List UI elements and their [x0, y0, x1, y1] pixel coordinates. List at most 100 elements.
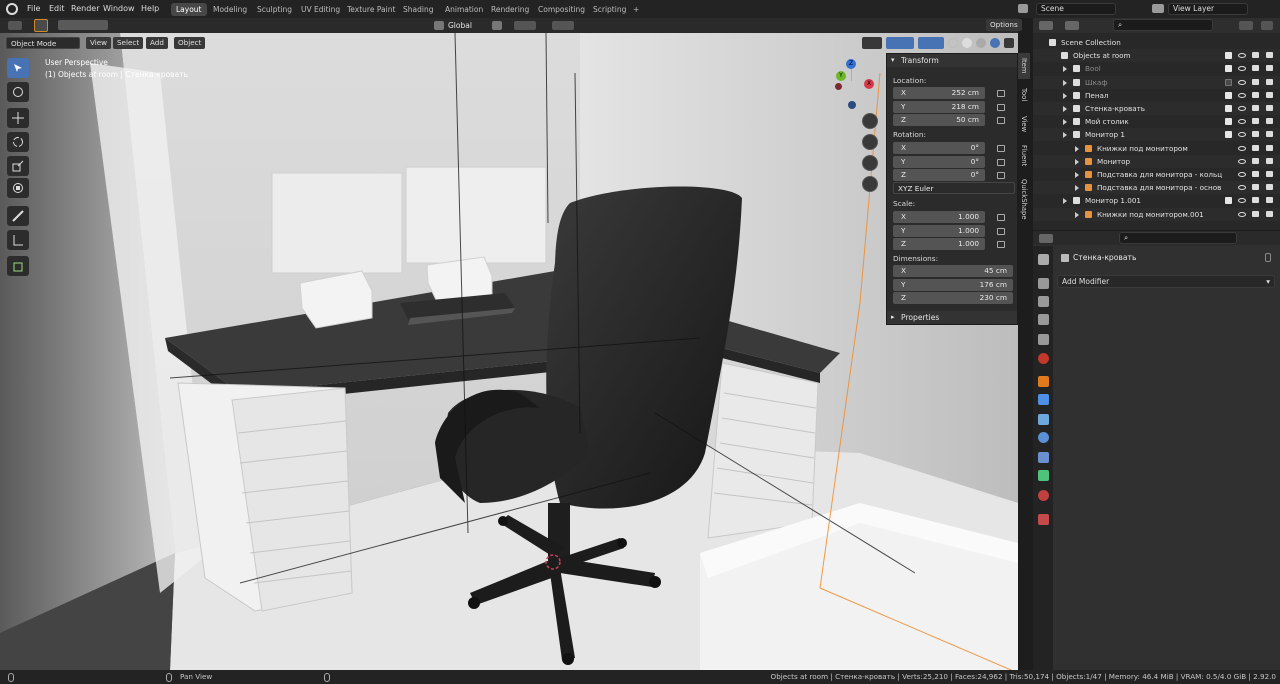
transform-tool[interactable] — [7, 178, 29, 198]
pan-hand-icon[interactable] — [862, 134, 878, 150]
render-disable-icon[interactable] — [1266, 118, 1273, 125]
menu-view[interactable]: View — [86, 37, 112, 49]
properties-header[interactable]: ▸ Properties — [887, 311, 1017, 324]
lock-icon[interactable] — [997, 172, 1005, 179]
visibility-eye-icon[interactable] — [1238, 132, 1246, 138]
viewport-disable-icon[interactable] — [1252, 131, 1259, 138]
lock-icon[interactable] — [997, 227, 1005, 235]
dimension-x-field[interactable]: X 45 cm — [893, 265, 1013, 277]
exclude-checkbox[interactable] — [1225, 91, 1232, 99]
exclude-checkbox[interactable] — [1225, 131, 1232, 139]
view-layer-tab-icon[interactable] — [1038, 314, 1049, 325]
render-disable-icon[interactable] — [1266, 131, 1273, 138]
expand-chevron-icon[interactable] — [1075, 172, 1079, 178]
shading-options-icon[interactable] — [1004, 38, 1014, 48]
visibility-eye-icon[interactable] — [1238, 119, 1246, 125]
scale-y-field[interactable]: Y 1.000 — [893, 224, 985, 237]
expand-chevron-icon[interactable] — [1063, 132, 1067, 139]
camera-view-icon[interactable] — [862, 155, 878, 171]
tab-scripting[interactable]: Scripting — [588, 3, 631, 16]
editor-type-icon[interactable] — [8, 21, 22, 30]
exclude-checkbox[interactable] — [1225, 65, 1232, 73]
add-cube-tool[interactable] — [7, 256, 29, 276]
tab-animation[interactable]: Animation — [440, 3, 488, 16]
pivot-icon[interactable] — [492, 21, 502, 30]
tab-uv-editing[interactable]: UV Editing — [296, 3, 345, 16]
outliner-row[interactable]: Книжки под монитором.001 — [1033, 207, 1280, 221]
exclude-checkbox[interactable] — [1225, 197, 1232, 205]
measure-tool[interactable] — [7, 230, 29, 250]
pin-icon[interactable] — [1265, 253, 1271, 262]
expand-chevron-icon[interactable] — [1063, 66, 1067, 73]
menu-edit[interactable]: Edit — [46, 2, 68, 16]
perspective-toggle-icon[interactable] — [862, 176, 878, 192]
visibility-eye-icon[interactable] — [1238, 53, 1246, 59]
options-button[interactable]: Options — [986, 19, 1022, 31]
proportional-edit-icon[interactable] — [552, 21, 574, 30]
sidebar-tab-quickshape[interactable]: QuickShape — [1018, 177, 1030, 221]
gizmo-x[interactable]: X — [864, 79, 874, 89]
view-layer-icon[interactable] — [1152, 4, 1164, 13]
expand-chevron-icon[interactable] — [1063, 198, 1067, 205]
viewport-disable-icon[interactable] — [1252, 65, 1259, 72]
visibility-eye-icon[interactable] — [1238, 79, 1246, 85]
viewport-disable-icon[interactable] — [1252, 105, 1259, 111]
object-mode-dropdown[interactable]: Object Mode — [6, 37, 80, 49]
exclude-checkbox[interactable] — [1225, 78, 1232, 86]
world-tab-icon[interactable] — [1038, 353, 1049, 364]
location-x-field[interactable]: X 252 cm — [893, 87, 985, 99]
viewport-disable-icon[interactable] — [1252, 78, 1259, 85]
location-z-field[interactable]: Z 50 cm — [893, 114, 985, 126]
select-tool-icon[interactable] — [34, 19, 48, 32]
outliner-row[interactable]: Scene Collection — [1033, 36, 1280, 49]
menu-file[interactable]: File — [24, 2, 43, 16]
viewport-disable-icon[interactable] — [1252, 157, 1259, 164]
render-tab-icon[interactable] — [1038, 278, 1049, 289]
expand-chevron-icon[interactable] — [1063, 79, 1067, 86]
orientation-icon[interactable] — [434, 21, 444, 30]
rotate-tool[interactable] — [7, 132, 29, 152]
view-layer-field[interactable]: View Layer — [1168, 3, 1248, 15]
visibility-eye-icon[interactable] — [1238, 158, 1246, 164]
lock-icon[interactable] — [997, 145, 1005, 152]
outliner-row[interactable]: Монитор — [1033, 154, 1280, 168]
menu-help[interactable]: Help — [138, 2, 162, 16]
gizmo-y[interactable]: Y — [836, 71, 846, 81]
expand-chevron-icon[interactable] — [1075, 145, 1079, 152]
navigation-gizmo[interactable]: Z X Y — [826, 57, 876, 113]
lock-icon[interactable] — [997, 90, 1005, 97]
gizmo-z[interactable]: Z — [846, 59, 856, 69]
orientation-dropdown[interactable]: Global — [448, 20, 472, 32]
render-disable-icon[interactable] — [1266, 157, 1273, 164]
viewport-disable-icon[interactable] — [1252, 184, 1259, 191]
dimension-z-field[interactable]: Z 230 cm — [893, 292, 1013, 304]
snap-icon[interactable] — [514, 21, 536, 30]
menu-window[interactable]: Window — [100, 2, 138, 16]
viewport-scene[interactable] — [0, 33, 1018, 670]
render-disable-icon[interactable] — [1266, 144, 1273, 151]
3d-viewport[interactable]: User Perspective (1) Objects at room | С… — [0, 33, 1018, 670]
viewport-disable-icon[interactable] — [1252, 118, 1259, 125]
selection-mode-icons[interactable] — [58, 20, 108, 30]
outliner-row[interactable]: Пенал — [1033, 89, 1280, 102]
data-tab-icon[interactable] — [1038, 470, 1049, 481]
lock-icon[interactable] — [997, 117, 1005, 124]
outliner-row[interactable]: Мой столик — [1033, 115, 1280, 128]
scene-tab-icon[interactable] — [1038, 334, 1049, 345]
render-disable-icon[interactable] — [1266, 171, 1273, 177]
exclude-checkbox[interactable] — [1225, 52, 1232, 60]
sidebar-tab-item[interactable]: Item — [1018, 53, 1030, 79]
outliner-row[interactable]: Подставка для монитора - кольц — [1033, 168, 1280, 181]
display-mode-icon[interactable] — [1065, 21, 1079, 30]
viewport-disable-icon[interactable] — [1252, 171, 1259, 177]
outliner-row[interactable]: Книжки под монитором — [1033, 142, 1280, 155]
lock-icon[interactable] — [997, 103, 1005, 111]
rendered-shading-icon[interactable] — [990, 38, 1000, 48]
particles-tab-icon[interactable] — [1038, 414, 1049, 425]
render-disable-icon[interactable] — [1266, 65, 1273, 72]
viewport-disable-icon[interactable] — [1252, 210, 1259, 217]
menu-select[interactable]: Select — [113, 37, 144, 49]
solid-shading-icon[interactable] — [962, 38, 972, 48]
dimension-y-field[interactable]: Y 176 cm — [893, 278, 1013, 291]
properties-search-input[interactable]: ⌕ — [1119, 232, 1237, 244]
